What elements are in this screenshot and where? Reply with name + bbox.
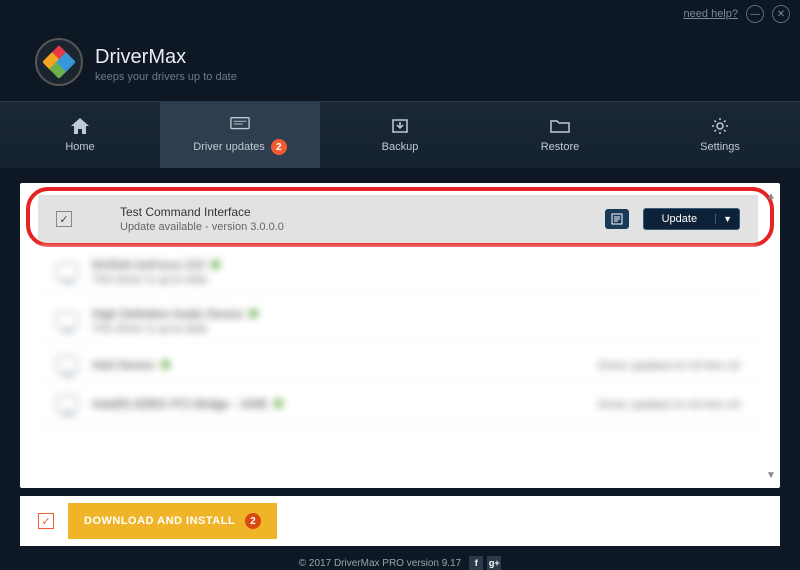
titlebar: need help? — ✕ [0,0,800,28]
driver-name: Intel(R) 82801 PCI Bridge - 244E [92,397,584,411]
main-nav: Home Driver updates 2 Backup Restore Set… [0,101,800,169]
app-title: DriverMax [95,46,760,69]
app-header: DriverMax keeps your drivers up to date [0,28,800,101]
update-label: Update [644,213,715,225]
nav-settings[interactable]: Settings [640,102,800,168]
device-icon [56,356,78,374]
nav-restore[interactable]: Restore [480,102,640,168]
status-dot-icon [211,260,220,269]
status-dot-icon [249,309,258,318]
nav-label: Backup [382,141,419,153]
footer: © 2017 DriverMax PRO version 9.17 f g+ [0,546,800,570]
copyright: © 2017 DriverMax PRO version 9.17 [299,558,461,569]
help-link[interactable]: need help? [684,8,738,20]
driver-list: ▲ ▼ ✓ Test Command Interface Update avai… [20,183,780,488]
monitor-icon [230,115,250,133]
driver-row[interactable]: High Definition Audio Device This driver… [38,297,758,346]
download-badge: 2 [245,513,261,529]
nav-label: Driver updates [193,141,265,153]
backup-icon [390,117,410,135]
app-logo [35,38,83,86]
driver-row[interactable]: NVIDIA GeForce 210 This driver is up-to-… [38,248,758,297]
nav-backup[interactable]: Backup [320,102,480,168]
driver-row[interactable]: Intel Device Driver updated on 03-Nov-16 [38,346,758,385]
driver-name: NVIDIA GeForce 210 [92,258,740,272]
chevron-down-icon[interactable]: ▼ [715,214,739,224]
device-icon [56,263,78,281]
folder-icon [550,117,570,135]
driver-name: Intel Device [92,358,584,372]
googleplus-icon[interactable]: g+ [487,556,501,570]
app-tagline: keeps your drivers up to date [95,71,760,83]
download-label: DOWNLOAD AND INSTALL [84,515,235,527]
driver-row-highlighted[interactable]: ✓ Test Command Interface Update availabl… [38,195,758,244]
nav-driver-updates[interactable]: Driver updates 2 [160,102,320,168]
nav-label: Restore [541,141,580,153]
nav-home[interactable]: Home [0,102,160,168]
facebook-icon[interactable]: f [469,556,483,570]
device-icon [56,312,78,330]
device-icon [56,395,78,413]
info-button[interactable] [605,209,629,229]
driver-date: Driver updated on 03-Nov-16 [598,360,740,372]
scroll-down[interactable]: ▼ [764,468,778,482]
driver-name: High Definition Audio Device [92,307,740,321]
driver-status: Update available - version 3.0.0.0 [120,221,591,233]
select-all-checkbox[interactable]: ✓ [38,513,54,529]
gear-icon [710,117,730,135]
checkbox[interactable]: ✓ [56,211,72,227]
driver-date: Driver updated on 03-Nov-16 [598,399,740,411]
download-install-button[interactable]: DOWNLOAD AND INSTALL 2 [68,503,277,539]
driver-status: This driver is up-to-date [92,323,740,335]
social-links: f g+ [469,556,501,570]
action-bar: ✓ DOWNLOAD AND INSTALL 2 [20,496,780,546]
home-icon [70,117,90,135]
driver-status: This driver is up-to-date [92,274,740,286]
driver-row[interactable]: Intel(R) 82801 PCI Bridge - 244E Driver … [38,385,758,424]
minimize-button[interactable]: — [746,5,764,23]
close-button[interactable]: ✕ [772,5,790,23]
nav-label: Settings [700,141,740,153]
nav-label: Home [65,141,94,153]
status-dot-icon [161,360,170,369]
update-button[interactable]: Update ▼ [643,208,740,230]
status-dot-icon [274,399,283,408]
scroll-up[interactable]: ▲ [764,189,778,203]
updates-badge: 2 [271,139,287,155]
driver-name: Test Command Interface [120,205,591,219]
